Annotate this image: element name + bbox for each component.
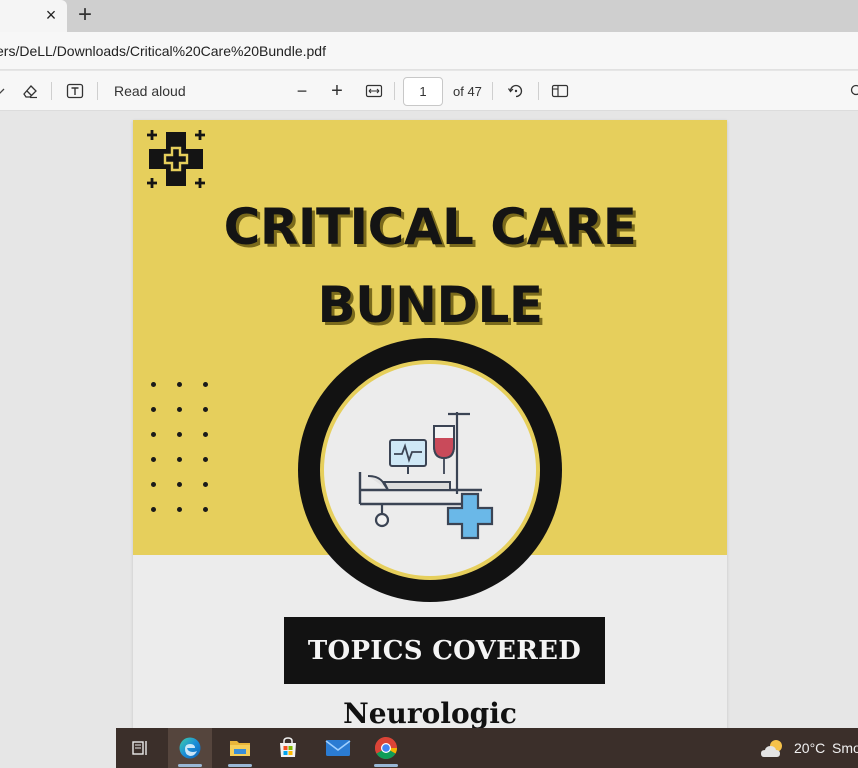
- address-bar[interactable]: ers/DeLL/Downloads/Critical%20Care%20Bun…: [0, 32, 858, 70]
- page-view-icon[interactable]: [548, 71, 572, 111]
- file-explorer-icon: [230, 741, 250, 756]
- weather-temperature[interactable]: 20°C: [794, 740, 825, 756]
- weather-cloud-icon[interactable]: [759, 738, 787, 760]
- microsoft-store-button[interactable]: [266, 728, 310, 768]
- url-text[interactable]: ers/DeLL/Downloads/Critical%20Care%20Bun…: [0, 43, 326, 59]
- pdf-page: CRITICAL CARE BUNDLE TOPICS COVERED Neur…: [133, 120, 727, 740]
- eraser-icon[interactable]: [18, 71, 42, 111]
- toolbar-divider: [394, 82, 395, 100]
- tab-strip: × +: [0, 0, 858, 32]
- running-indicator: [228, 764, 252, 767]
- toolbar-divider: [538, 82, 539, 100]
- page-number-input[interactable]: 1: [403, 77, 443, 106]
- page-total-label: of 47: [453, 84, 482, 99]
- topics-covered-banner: TOPICS COVERED: [284, 617, 605, 684]
- search-icon[interactable]: [848, 71, 858, 111]
- cover-title-line-1: CRITICAL CARE: [223, 198, 637, 256]
- task-view-icon: [132, 741, 147, 755]
- taskbar-left-area: [0, 728, 116, 768]
- edge-taskbar-button[interactable]: [168, 728, 212, 768]
- decorative-dot-grid: [151, 382, 229, 532]
- fit-to-width-icon[interactable]: [362, 71, 386, 111]
- pdf-toolbar: Read aloud − + 1 of 47: [0, 71, 858, 111]
- weather-condition[interactable]: Smo: [832, 740, 858, 756]
- cover-title-line-2: BUNDLE: [317, 276, 543, 334]
- hospital-bed-icon: [358, 412, 494, 540]
- pdf-viewport[interactable]: CRITICAL CARE BUNDLE TOPICS COVERED Neur…: [0, 112, 858, 740]
- mail-button[interactable]: [316, 728, 360, 768]
- mail-icon: [325, 740, 351, 756]
- chevron-down-icon[interactable]: [0, 71, 6, 111]
- chrome-icon: [375, 737, 397, 759]
- topic-item: Neurologic: [343, 697, 517, 730]
- toolbar-divider: [51, 82, 52, 100]
- rotate-icon[interactable]: [504, 71, 528, 111]
- browser-tab[interactable]: ×: [0, 0, 67, 32]
- topics-covered-label: TOPICS COVERED: [307, 635, 582, 666]
- file-explorer-button[interactable]: [218, 728, 262, 768]
- zoom-in-button[interactable]: +: [326, 71, 348, 111]
- illustration-frame: [298, 338, 562, 602]
- minus-icon: −: [296, 80, 308, 101]
- zoom-out-button[interactable]: −: [291, 71, 313, 111]
- read-aloud-button[interactable]: Read aloud: [114, 83, 186, 99]
- new-tab-button[interactable]: +: [72, 3, 98, 29]
- running-indicator: [374, 764, 398, 767]
- close-tab-icon[interactable]: ×: [40, 4, 62, 26]
- plus-icon: +: [331, 79, 343, 102]
- chrome-button[interactable]: [364, 728, 408, 768]
- toolbar-divider: [97, 82, 98, 100]
- taskbar: 20°C Smo: [116, 728, 858, 768]
- task-view-button[interactable]: [118, 728, 162, 768]
- running-indicator: [178, 764, 202, 767]
- medical-cross-logo-icon: [147, 130, 205, 188]
- toolbar-divider: [492, 82, 493, 100]
- text-box-icon[interactable]: [63, 71, 87, 111]
- edge-icon: [179, 737, 201, 759]
- microsoft-store-icon: [280, 737, 296, 757]
